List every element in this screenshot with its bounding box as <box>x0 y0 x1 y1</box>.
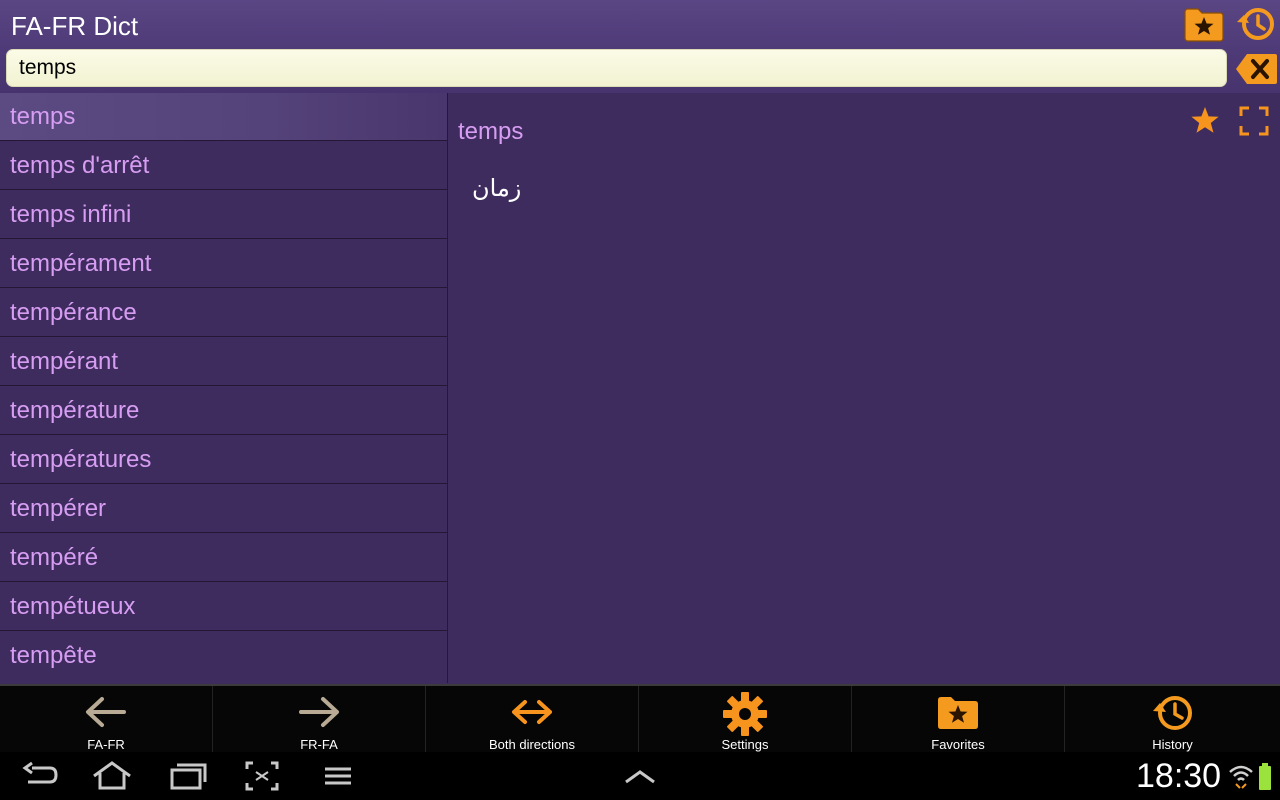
detail-translation: زمان <box>472 174 522 202</box>
home-icon[interactable] <box>91 760 133 792</box>
history-label: History <box>1152 737 1193 752</box>
fr-fa-button[interactable]: FR-FA <box>213 686 426 754</box>
system-nav-bar <box>0 752 1280 800</box>
battery-icon <box>1259 763 1271 790</box>
word-list-item[interactable]: tempérer <box>0 485 447 533</box>
search-input[interactable] <box>7 50 1226 86</box>
back-icon[interactable] <box>20 760 60 792</box>
favorites-folder-icon[interactable] <box>1182 4 1226 44</box>
word-list-item[interactable]: tempétueux <box>0 583 447 631</box>
word-list-item[interactable]: température <box>0 387 447 435</box>
history-icon[interactable] <box>1234 4 1278 44</box>
both-directions-label: Both directions <box>489 737 575 752</box>
word-list-item[interactable]: tempérant <box>0 338 447 386</box>
chevron-up-icon[interactable] <box>622 760 658 792</box>
history-clock-icon <box>1152 696 1192 730</box>
favorite-star-icon[interactable] <box>1188 104 1222 138</box>
gear-icon <box>723 692 767 736</box>
word-list-item[interactable]: tempéré <box>0 534 447 582</box>
word-list-item[interactable]: temps <box>0 93 447 141</box>
settings-button[interactable]: Settings <box>639 686 852 754</box>
fullscreen-expand-icon[interactable] <box>1237 104 1271 138</box>
arrow-left-icon <box>86 697 126 727</box>
word-list-item[interactable]: températures <box>0 436 447 484</box>
wifi-icon <box>1229 765 1253 789</box>
fa-fr-label: FA-FR <box>87 737 125 752</box>
word-list-item[interactable]: temps infini <box>0 191 447 239</box>
fr-fa-label: FR-FA <box>300 737 338 752</box>
search-field[interactable] <box>6 49 1227 87</box>
both-directions-button[interactable]: Both directions <box>426 686 639 754</box>
word-list-item[interactable]: temps d'arrêt <box>0 142 447 190</box>
detail-headword: temps <box>458 118 524 145</box>
favorites-label: Favorites <box>931 737 985 752</box>
menu-icon[interactable] <box>322 760 354 792</box>
bottom-toolbar: FA-FR FR-FA Both directions Settings Fav… <box>0 684 1280 754</box>
recent-apps-icon[interactable] <box>168 760 208 792</box>
word-list-item[interactable]: tempérament <box>0 240 447 288</box>
clear-search-icon[interactable] <box>1234 51 1278 87</box>
word-list-item[interactable]: tempête <box>0 632 447 680</box>
app-title: FA-FR Dict <box>11 11 139 41</box>
settings-label: Settings <box>721 737 769 752</box>
arrow-both-icon <box>512 700 552 724</box>
screenshot-icon[interactable] <box>244 760 280 792</box>
history-button[interactable]: History <box>1065 686 1280 754</box>
favorites-button[interactable]: Favorites <box>852 686 1065 754</box>
fa-fr-button[interactable]: FA-FR <box>0 686 213 754</box>
status-clock: 18:30 <box>1136 757 1222 795</box>
word-list: temps temps d'arrêt temps infini tempéra… <box>0 93 448 683</box>
word-list-item[interactable]: tempérance <box>0 289 447 337</box>
folder-star-icon <box>938 697 978 729</box>
arrow-right-icon <box>299 697 339 727</box>
app-header: FA-FR Dict <box>0 0 1280 93</box>
